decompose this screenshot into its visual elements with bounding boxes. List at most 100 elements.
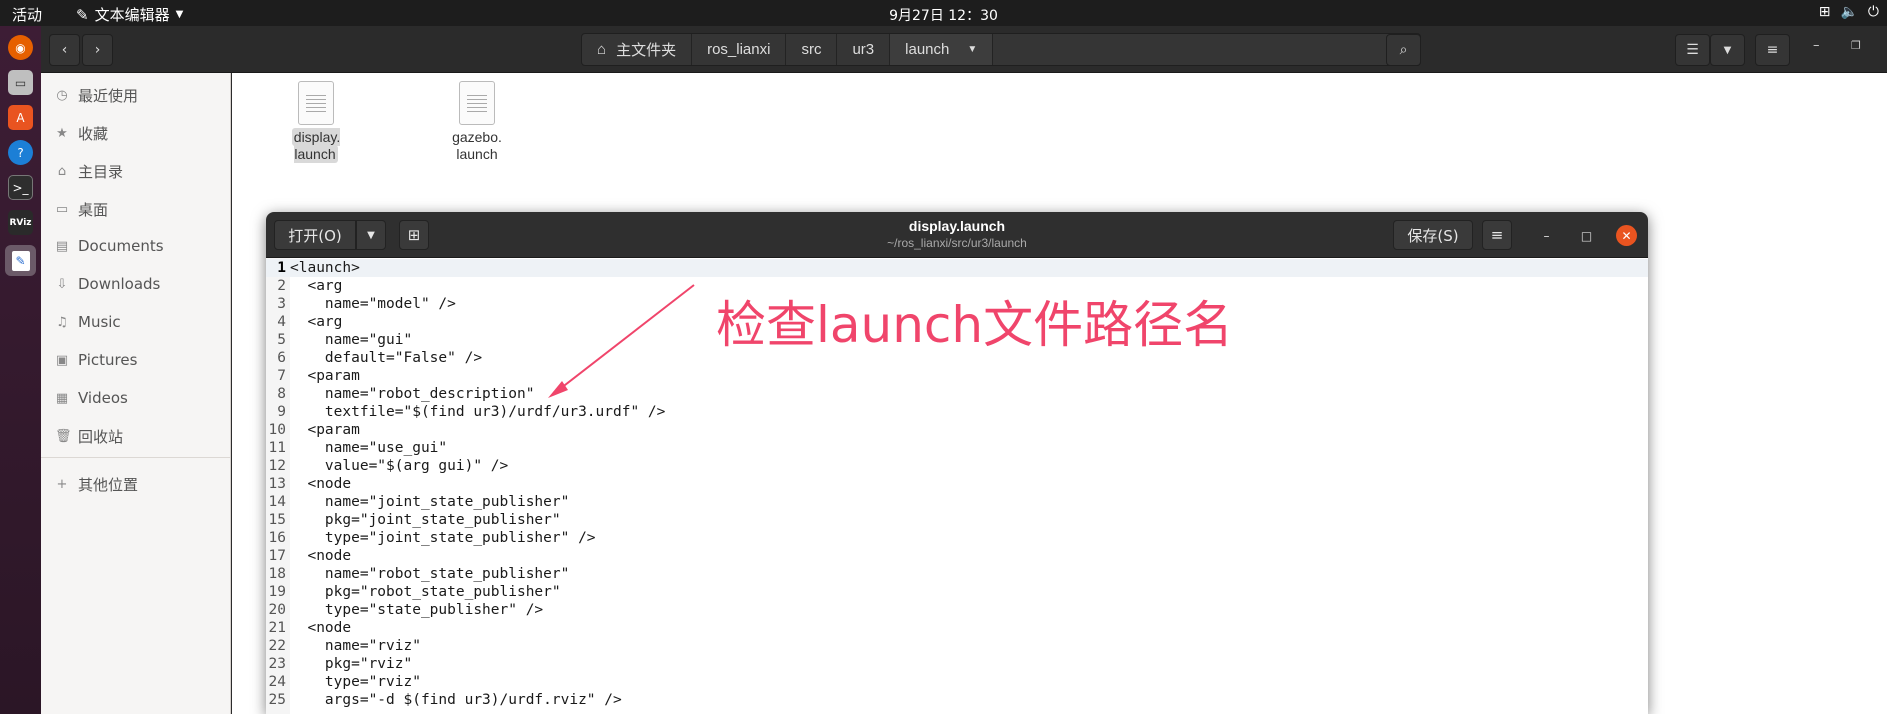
maximize-button[interactable]: □: [1576, 225, 1597, 246]
editor-menu-button[interactable]: ≡: [1482, 220, 1512, 250]
line-number: 1: [277, 260, 286, 276]
sidebar-item-other-locations[interactable]: + 其他位置: [55, 472, 138, 496]
code-line[interactable]: 25 args="-d $(find ur3)/urdf.rviz" />: [266, 691, 1648, 709]
files-icon[interactable]: ▭: [8, 70, 33, 95]
line-number: 2: [277, 278, 286, 294]
star-icon: ★: [56, 125, 68, 141]
code-text: name="use_gui": [290, 440, 448, 456]
software-icon[interactable]: A: [8, 105, 33, 130]
sidebar-item-downloads[interactable]: ⇩ Downloads: [55, 272, 161, 296]
help-icon[interactable]: ?: [8, 140, 33, 165]
code-line[interactable]: 1 <launch>: [266, 259, 1648, 277]
code-line[interactable]: 9 textfile="$(find ur3)/urdf/ur3.urdf" /…: [266, 403, 1648, 421]
view-options-button[interactable]: ▼: [1710, 34, 1745, 66]
line-number: 16: [268, 530, 286, 546]
file-gazebo-launch[interactable]: gazebo. launch: [442, 73, 512, 163]
line-number: 3: [277, 296, 286, 312]
code-line[interactable]: 19 pkg="robot_state_publisher": [266, 583, 1648, 601]
code-line[interactable]: 11 name="use_gui": [266, 439, 1648, 457]
restore-icon[interactable]: ❐: [1851, 39, 1861, 52]
code-line[interactable]: 17 <node: [266, 547, 1648, 565]
code-line[interactable]: 18 name="robot_state_publisher": [266, 565, 1648, 583]
terminal-icon[interactable]: >_: [8, 175, 33, 200]
sidebar-item-documents[interactable]: ▤ Documents: [55, 234, 164, 258]
rviz-icon[interactable]: RViz: [8, 210, 33, 235]
line-number: 20: [268, 602, 286, 618]
power-icon: ⏻: [1867, 4, 1879, 20]
hamburger-icon: ≡: [1490, 226, 1504, 244]
search-button[interactable]: ⌕: [1386, 34, 1421, 66]
picture-icon: ▣: [55, 352, 69, 368]
breadcrumb-ros-lianxi[interactable]: ros_lianxi: [692, 34, 787, 65]
minimize-icon[interactable]: –: [1813, 38, 1820, 53]
sidebar-item-videos[interactable]: ▦ Videos: [55, 386, 128, 410]
code-text: <node: [290, 476, 352, 492]
close-icon: ✕: [1621, 228, 1632, 243]
code-line[interactable]: 12 value="$(arg gui)" />: [266, 457, 1648, 475]
code-line[interactable]: 10 <param: [266, 421, 1648, 439]
chevron-left-icon: ‹: [61, 42, 68, 58]
code-line[interactable]: 8 name="robot_description": [266, 385, 1648, 403]
code-text: type="joint_state_publisher" />: [290, 530, 596, 546]
code-text: name="robot_description": [290, 386, 535, 402]
code-text: <param: [290, 422, 360, 438]
system-tray[interactable]: ⊞ 🔈 ⏻: [1819, 4, 1879, 20]
code-text: name="robot_state_publisher": [290, 566, 570, 582]
sidebar-item-desktop[interactable]: ▭ 桌面: [55, 197, 108, 221]
sidebar-item-recent[interactable]: ◷ 最近使用: [55, 83, 138, 107]
breadcrumb-src[interactable]: src: [786, 34, 838, 65]
code-text: value="$(arg gui)" />: [290, 458, 509, 474]
sidebar-item-home[interactable]: ⌂ 主目录: [55, 159, 123, 183]
code-line[interactable]: 16 type="joint_state_publisher" />: [266, 529, 1648, 547]
menu-button[interactable]: ≡: [1755, 34, 1790, 66]
plus-icon: +: [56, 476, 68, 492]
sidebar-item-pictures[interactable]: ▣ Pictures: [55, 348, 138, 372]
line-number: 25: [268, 692, 286, 708]
minimize-button[interactable]: –: [1536, 225, 1557, 246]
line-number: 24: [268, 674, 286, 690]
code-text: <node: [290, 620, 352, 636]
code-line[interactable]: 7 <param: [266, 367, 1648, 385]
breadcrumb-ur3[interactable]: ur3: [837, 34, 891, 65]
line-number: 18: [268, 566, 286, 582]
code-text: name="rviz": [290, 638, 421, 654]
sidebar-item-starred[interactable]: ★ 收藏: [55, 121, 108, 145]
code-line[interactable]: 14 name="joint_state_publisher": [266, 493, 1648, 511]
line-number: 15: [268, 512, 286, 528]
download-icon: ⇩: [56, 276, 68, 292]
line-number: 7: [277, 368, 286, 384]
back-button[interactable]: ‹: [49, 34, 80, 66]
line-number: 13: [268, 476, 286, 492]
code-line[interactable]: 24 type="rviz": [266, 673, 1648, 691]
code-text: pkg="robot_state_publisher": [290, 584, 561, 600]
home-icon: ⌂: [57, 163, 67, 179]
code-line[interactable]: 23 pkg="rviz": [266, 655, 1648, 673]
sidebar-item-music[interactable]: ♫ Music: [55, 310, 121, 334]
file-display-launch[interactable]: display. launch: [281, 73, 351, 163]
line-number: 19: [268, 584, 286, 600]
line-number: 17: [268, 548, 286, 564]
forward-button[interactable]: ›: [82, 34, 113, 66]
view-list-button[interactable]: ☰: [1675, 34, 1710, 66]
line-number: 22: [268, 638, 286, 654]
save-button[interactable]: 保存(S): [1393, 220, 1473, 250]
line-number: 6: [277, 350, 286, 366]
breadcrumb-home[interactable]: ⌂ 主文件夹: [582, 34, 693, 65]
close-button[interactable]: ✕: [1616, 225, 1637, 246]
firefox-icon[interactable]: ◉: [8, 35, 33, 60]
code-text: name="gui": [290, 332, 413, 348]
sidebar-item-trash[interactable]: 🗑 回收站: [55, 424, 123, 448]
breadcrumb-launch[interactable]: launch ▼: [890, 34, 994, 65]
file-manager-header: ‹ › ⌂ 主文件夹 ros_lianxi src ur3 launch ▼ ⌕ ☰…: [41, 26, 1887, 73]
list-view-icon: ☰: [1686, 42, 1699, 58]
code-line[interactable]: 22 name="rviz": [266, 637, 1648, 655]
clock[interactable]: 9月27日 12：30: [0, 5, 1887, 25]
code-text: <arg: [290, 278, 343, 294]
code-line[interactable]: 20 type="state_publisher" />: [266, 601, 1648, 619]
top-bar: 活动 ✎ 文本编辑器 ▼ 9月27日 12：30 ⊞ 🔈 ⏻: [0, 0, 1887, 26]
code-line[interactable]: 21 <node: [266, 619, 1648, 637]
code-line[interactable]: 13 <node: [266, 475, 1648, 493]
text-editor-icon[interactable]: ✎: [5, 245, 36, 276]
code-text: name="joint_state_publisher": [290, 494, 570, 510]
code-line[interactable]: 15 pkg="joint_state_publisher": [266, 511, 1648, 529]
